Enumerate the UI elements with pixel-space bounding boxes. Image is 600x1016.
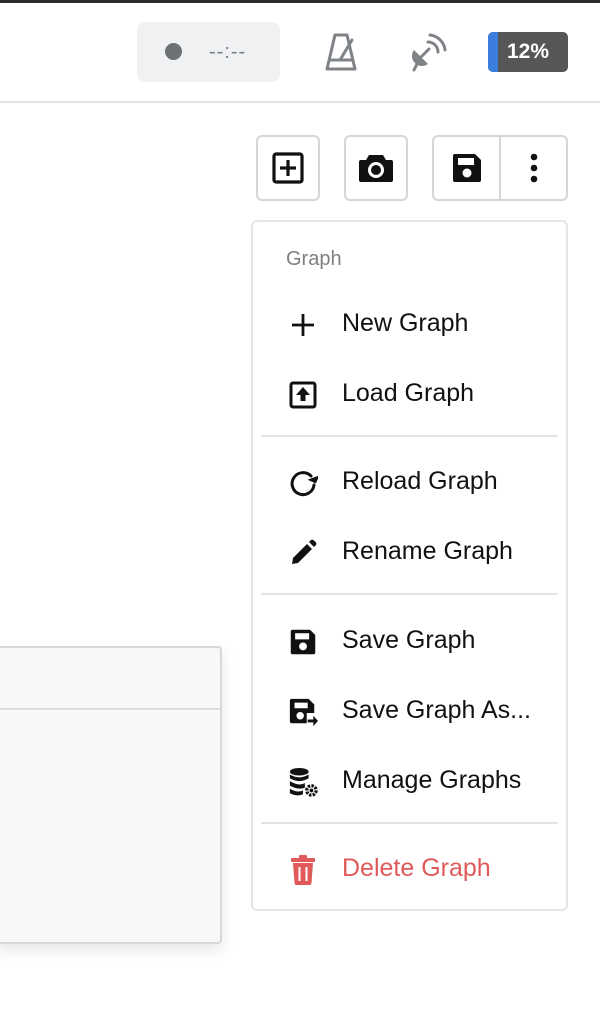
menu-item-delete-graph[interactable]: Delete Graph bbox=[253, 841, 566, 897]
menu-item-manage-graphs[interactable]: Manage Graphs bbox=[253, 753, 566, 809]
menu-item-label: Manage Graphs bbox=[342, 766, 522, 794]
floppy-disk-icon bbox=[452, 154, 481, 182]
menu-item-rename-graph[interactable]: Rename Graph bbox=[253, 524, 566, 580]
floppy-disk-icon bbox=[288, 627, 318, 657]
menu-item-label: New Graph bbox=[342, 309, 469, 337]
node-panel-header bbox=[0, 648, 220, 710]
reload-icon bbox=[288, 468, 318, 498]
record-dot-icon bbox=[165, 43, 182, 60]
menu-header: Graph bbox=[286, 248, 342, 270]
database-gear-icon bbox=[288, 767, 318, 797]
menu-item-label: Save Graph As... bbox=[342, 696, 531, 724]
menu-item-save-graph-as[interactable]: Save Graph As... bbox=[253, 683, 566, 739]
node-panel bbox=[0, 646, 222, 944]
trash-icon bbox=[288, 855, 318, 885]
vertical-ellipsis-icon bbox=[530, 153, 537, 183]
upload-box-icon bbox=[288, 380, 318, 410]
pencil-icon bbox=[288, 538, 318, 568]
menu-item-label: Reload Graph bbox=[342, 467, 498, 495]
camera-icon bbox=[359, 155, 393, 182]
menu-divider bbox=[261, 593, 558, 595]
menu-item-label: Rename Graph bbox=[342, 537, 513, 565]
metronome-icon[interactable] bbox=[324, 32, 358, 72]
battery-indicator: 12% bbox=[488, 32, 568, 72]
menu-item-label: Save Graph bbox=[342, 626, 476, 654]
status-bar: --:-- 12% bbox=[0, 3, 600, 103]
menu-item-save-graph[interactable]: Save Graph bbox=[253, 613, 566, 669]
graph-menu: Graph New Graph Load Graph Reload Graph … bbox=[251, 220, 568, 911]
timer-text: --:-- bbox=[209, 41, 247, 63]
menu-item-new-graph[interactable]: New Graph bbox=[253, 296, 566, 352]
save-button-group bbox=[432, 135, 568, 201]
plus-icon bbox=[288, 310, 318, 340]
menu-item-label: Delete Graph bbox=[342, 854, 491, 882]
save-button[interactable] bbox=[434, 137, 499, 199]
battery-percent: 12% bbox=[506, 40, 550, 63]
menu-divider bbox=[261, 822, 558, 824]
screenshot-button[interactable] bbox=[344, 135, 408, 201]
menu-item-reload-graph[interactable]: Reload Graph bbox=[253, 454, 566, 510]
save-as-icon bbox=[288, 697, 318, 727]
recording-timer[interactable]: --:-- bbox=[137, 22, 280, 82]
menu-divider bbox=[261, 435, 558, 437]
plus-square-icon bbox=[272, 152, 304, 184]
menu-item-load-graph[interactable]: Load Graph bbox=[253, 366, 566, 422]
satellite-icon[interactable] bbox=[410, 32, 448, 72]
more-menu-button[interactable] bbox=[499, 137, 566, 199]
menu-item-label: Load Graph bbox=[342, 379, 475, 407]
add-node-button[interactable] bbox=[256, 135, 320, 201]
